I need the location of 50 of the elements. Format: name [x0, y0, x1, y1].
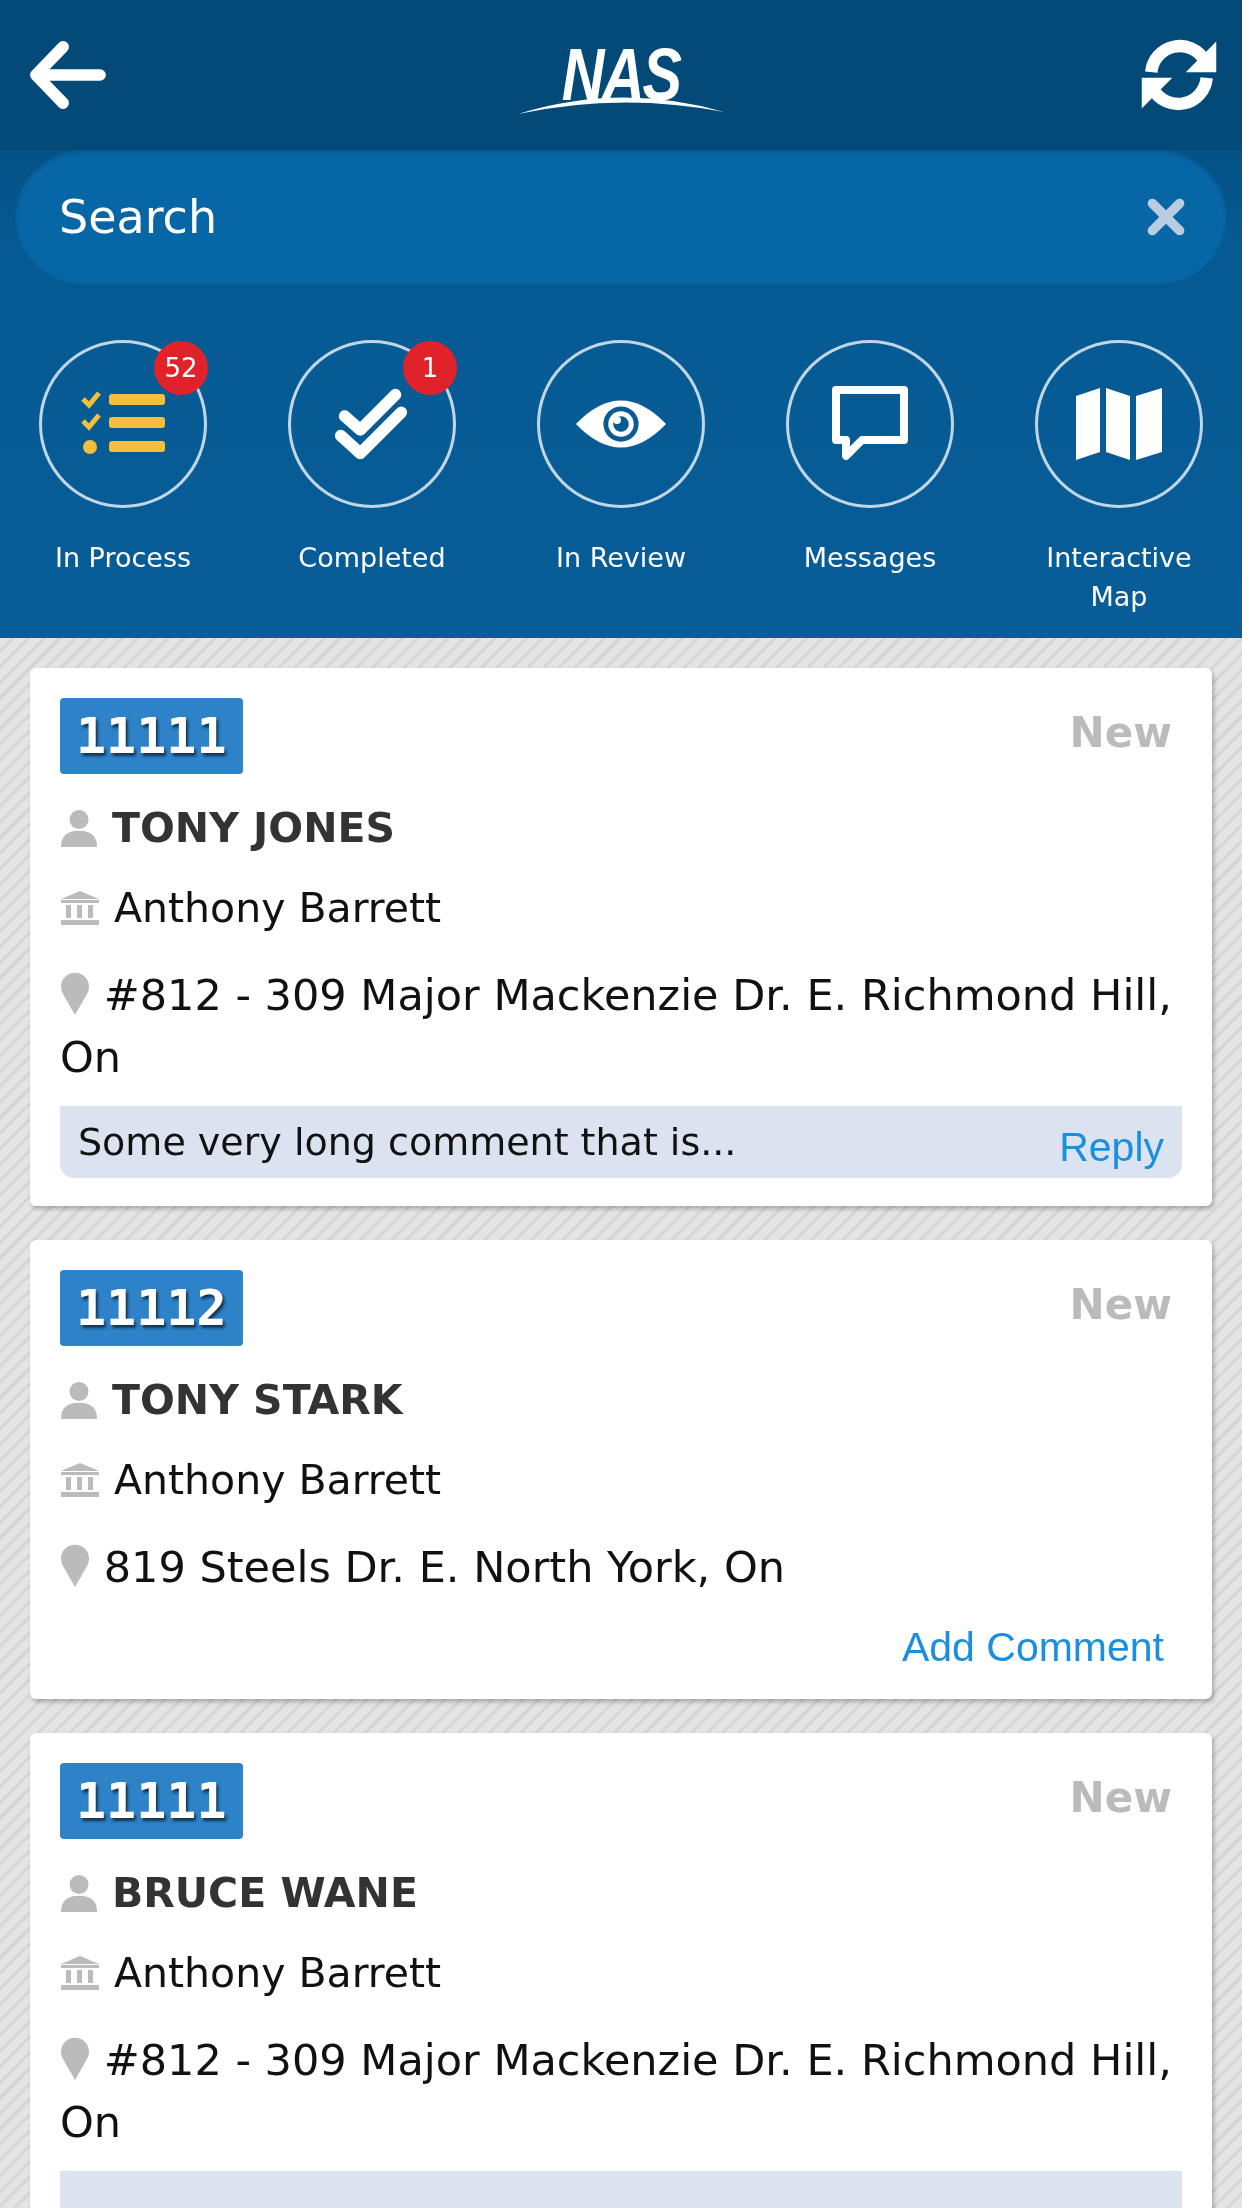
- nav-circle[interactable]: [537, 340, 705, 508]
- map-pin-icon: [60, 2037, 90, 2081]
- order-number: 11112: [60, 1270, 243, 1346]
- order-card[interactable]: 11111 New TONY JONES Anthony Barrett #812 - 309 Major Mackenzie Dr. E. Richmond Hill, On Some very long comment that is... Reply: [30, 668, 1212, 1206]
- customer-name: TONY STARK: [112, 1376, 403, 1424]
- map-pin-icon: [60, 972, 90, 1016]
- count-badge: 52: [154, 341, 208, 395]
- nav-label: Completed: [297, 541, 447, 575]
- person-icon: [60, 809, 98, 847]
- address: #812 - 309 Major Mackenzie Dr. E. Richmond Hill, On: [60, 2034, 1173, 2149]
- address: 819 Steels Dr. E. North York, On: [60, 1536, 1182, 1598]
- nav-item[interactable]: 52 In Process: [10, 340, 236, 616]
- nav-label: Messages: [802, 541, 938, 575]
- nav-circle[interactable]: 52: [39, 340, 207, 508]
- order-card[interactable]: 11112 New TONY STARK Anthony Barrett 819 Steels Dr. E. North York, On Add Comment: [30, 1240, 1212, 1699]
- company-name: Anthony Barrett: [114, 1456, 442, 1504]
- order-card[interactable]: 11111 New BRUCE WANE Anthony Barrett #812 - 309 Major Mackenzie Dr. E. Richmond Hill, On: [30, 1733, 1212, 2208]
- address: #812 - 309 Major Mackenzie Dr. E. Richmond Hill, On: [60, 969, 1173, 1084]
- nav-item[interactable]: In Review: [508, 340, 734, 616]
- customer-name: BRUCE WANE: [112, 1869, 418, 1917]
- status-label: New: [1069, 707, 1173, 757]
- map-icon: [1074, 386, 1164, 462]
- nav-circle[interactable]: 1: [288, 340, 456, 508]
- nav-item[interactable]: Interactive Map: [1006, 340, 1232, 616]
- search-field[interactable]: Search: [15, 150, 1227, 284]
- order-number: 11111: [60, 698, 243, 774]
- comment-text: Some very long comment that is...: [78, 1120, 737, 1164]
- order-number: 11111: [60, 1763, 243, 1839]
- company-name: Anthony Barrett: [114, 1949, 442, 1997]
- bank-icon: [60, 1955, 100, 1991]
- nav-item[interactable]: 1 Completed: [259, 340, 485, 616]
- back-button[interactable]: [28, 41, 106, 109]
- bank-icon: [60, 1462, 100, 1498]
- logo: NAS: [516, 30, 726, 120]
- nav-label: In Review: [555, 541, 687, 575]
- nav-label: Interactive Map: [1045, 541, 1193, 614]
- status-label: New: [1069, 1772, 1173, 1822]
- customer-name: TONY JONES: [112, 804, 396, 852]
- nav-item[interactable]: Messages: [757, 340, 983, 616]
- person-icon: [60, 1381, 98, 1419]
- nav-circle[interactable]: [1035, 340, 1203, 508]
- map-pin-icon: [60, 1544, 90, 1588]
- clear-icon[interactable]: [1145, 196, 1187, 238]
- bank-icon: [60, 890, 100, 926]
- nav-label: In Process: [53, 541, 193, 575]
- count-badge: 1: [403, 341, 457, 395]
- status-label: New: [1069, 1279, 1173, 1329]
- person-icon: [60, 1874, 98, 1912]
- company-name: Anthony Barrett: [114, 884, 442, 932]
- nav-circle[interactable]: [786, 340, 954, 508]
